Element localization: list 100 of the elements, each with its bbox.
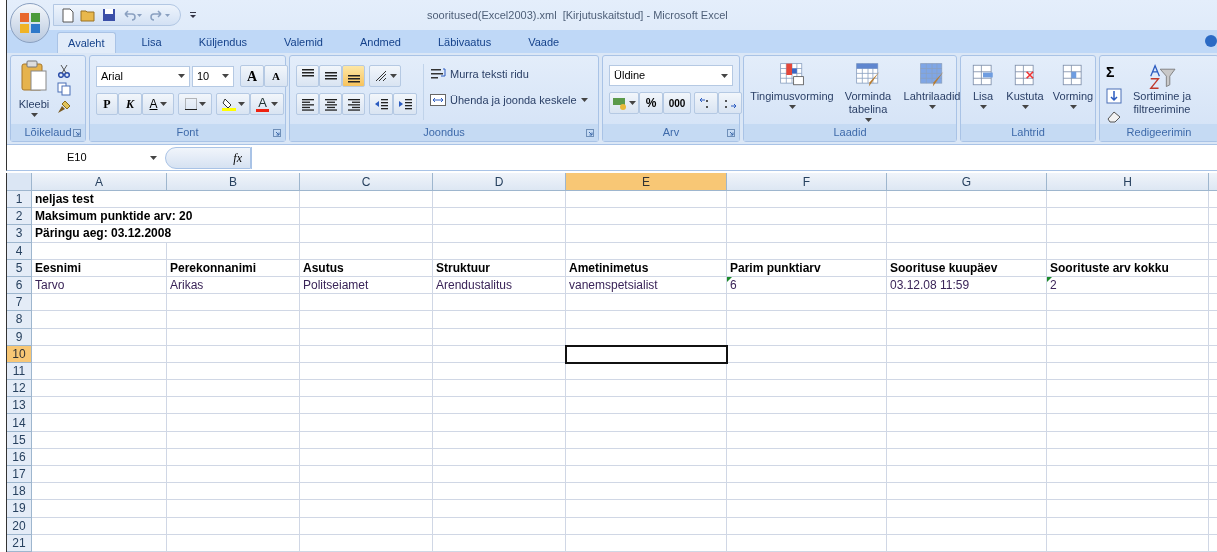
grid-cell[interactable]	[566, 208, 727, 226]
grid-cell[interactable]	[300, 448, 433, 466]
grid-cell[interactable]: Ametinimetus	[566, 259, 727, 277]
grid-cell[interactable]	[727, 311, 887, 329]
grid-cell[interactable]	[32, 397, 167, 415]
ribbon-tab[interactable]: Avaleht	[57, 32, 116, 53]
grid-cell[interactable]	[433, 517, 566, 535]
grid-cell[interactable]	[32, 380, 167, 398]
grid-cell[interactable]	[1047, 191, 1209, 209]
grid-cell[interactable]	[300, 380, 433, 398]
grid-cell[interactable]	[167, 294, 300, 312]
grid-cell[interactable]	[433, 225, 566, 243]
grid-cell[interactable]	[32, 311, 167, 329]
grid-cell[interactable]	[727, 208, 887, 226]
copy-icon[interactable]	[57, 82, 71, 96]
ribbon-tab[interactable]: Küljendus	[187, 32, 258, 53]
grid-cell[interactable]	[566, 431, 727, 449]
grid-cell[interactable]	[1047, 483, 1209, 501]
column-header[interactable]: D	[433, 173, 566, 191]
dialog-launcher-icon[interactable]	[273, 129, 281, 137]
ribbon-button[interactable]: Vorminda tabelina	[836, 60, 900, 124]
grid-cell[interactable]	[300, 328, 433, 346]
grid-cell[interactable]	[32, 448, 167, 466]
horizontal-align-button[interactable]	[342, 93, 365, 115]
column-header[interactable]: C	[300, 173, 433, 191]
decrease-decimal-button[interactable]	[718, 92, 742, 114]
grid-cell[interactable]	[300, 534, 433, 552]
grid-cell[interactable]	[300, 483, 433, 501]
grid-cell[interactable]	[566, 191, 727, 209]
grid-cell[interactable]	[433, 328, 566, 346]
grid-cell[interactable]	[887, 380, 1047, 398]
number-format-field[interactable]: Üldine	[609, 65, 733, 86]
grid-cell[interactable]	[1047, 466, 1209, 484]
grid-cell[interactable]	[433, 294, 566, 312]
name-box[interactable]: E10	[7, 146, 165, 169]
grid-cell[interactable]	[566, 483, 727, 501]
grid-cell[interactable]: Tarvo	[32, 276, 167, 295]
grid-cell[interactable]	[32, 345, 167, 363]
grid-cell[interactable]	[167, 534, 300, 552]
grid-cell[interactable]	[32, 431, 167, 449]
scissors-icon[interactable]	[57, 64, 71, 78]
grid-cell[interactable]	[433, 534, 566, 552]
grid-cell[interactable]	[566, 397, 727, 415]
grid-cell[interactable]	[433, 242, 566, 260]
new-file-icon[interactable]	[62, 7, 74, 23]
grid-cell[interactable]	[1047, 328, 1209, 346]
autosum-button[interactable]: Σ	[1106, 62, 1122, 83]
grid-cell[interactable]	[433, 500, 566, 518]
grid-cell[interactable]	[32, 483, 167, 501]
thousands-button[interactable]: 000	[663, 92, 691, 114]
grid-cell[interactable]	[300, 311, 433, 329]
grid-cell[interactable]	[727, 397, 887, 415]
ribbon-tab[interactable]: Läbivaatus	[426, 32, 503, 53]
grid-cell[interactable]	[433, 380, 566, 398]
ribbon-button[interactable]: Kustuta	[1001, 60, 1049, 124]
underline-button[interactable]: A	[142, 93, 174, 115]
ribbon-button[interactable]: Tingimusvorming	[748, 60, 836, 124]
grid-cell[interactable]	[1047, 517, 1209, 535]
grid-cell[interactable]	[167, 380, 300, 398]
grid-cell[interactable]	[433, 466, 566, 484]
help-icon[interactable]	[1205, 35, 1217, 47]
grid-cell[interactable]: Politseiamet	[300, 276, 433, 295]
grid-cell[interactable]	[300, 294, 433, 312]
grid-cell[interactable]: Eesnimi	[32, 259, 167, 277]
customize-toolbar-icon[interactable]	[189, 11, 197, 19]
grid-cell[interactable]	[433, 191, 566, 209]
grid-cell[interactable]	[887, 517, 1047, 535]
shrink-font-button[interactable]: A	[264, 65, 288, 87]
active-cell[interactable]	[566, 345, 727, 363]
font-name-field[interactable]: Arial	[96, 65, 190, 87]
grid-cell[interactable]	[300, 345, 433, 363]
grid-cell[interactable]	[167, 242, 300, 260]
grid-cell[interactable]	[727, 517, 887, 535]
grid-cell[interactable]	[167, 500, 300, 518]
grid-cell[interactable]	[566, 225, 727, 243]
grid-cell[interactable]	[1047, 534, 1209, 552]
grid-cell[interactable]	[300, 397, 433, 415]
grid-cell[interactable]	[727, 328, 887, 346]
column-header[interactable]	[1209, 173, 1217, 191]
dialog-launcher-icon[interactable]	[586, 129, 594, 137]
save-icon[interactable]	[102, 8, 116, 22]
column-header[interactable]: G	[887, 173, 1047, 191]
row-header[interactable]: 17	[7, 466, 32, 484]
grid-cell[interactable]	[566, 466, 727, 484]
grid-cell[interactable]	[887, 328, 1047, 346]
grid-cell[interactable]: Perekonnanimi	[167, 259, 300, 277]
grid-cell[interactable]	[887, 483, 1047, 501]
grid-cell[interactable]	[167, 397, 300, 415]
grid-cell[interactable]	[300, 431, 433, 449]
grid-cell[interactable]	[566, 311, 727, 329]
grid-cell[interactable]	[32, 362, 167, 381]
grid-cell[interactable]	[1047, 362, 1209, 381]
row-header[interactable]: 13	[7, 397, 32, 415]
grid-cell[interactable]	[727, 225, 887, 243]
ribbon-button[interactable]: Lisa	[965, 60, 1001, 124]
redo-icon[interactable]	[150, 9, 172, 21]
grid-cell[interactable]	[433, 208, 566, 226]
wrap-text-button[interactable]: Murra teksti ridu	[430, 66, 588, 83]
select-all-corner[interactable]	[7, 173, 32, 191]
grid-cell[interactable]	[1047, 380, 1209, 398]
